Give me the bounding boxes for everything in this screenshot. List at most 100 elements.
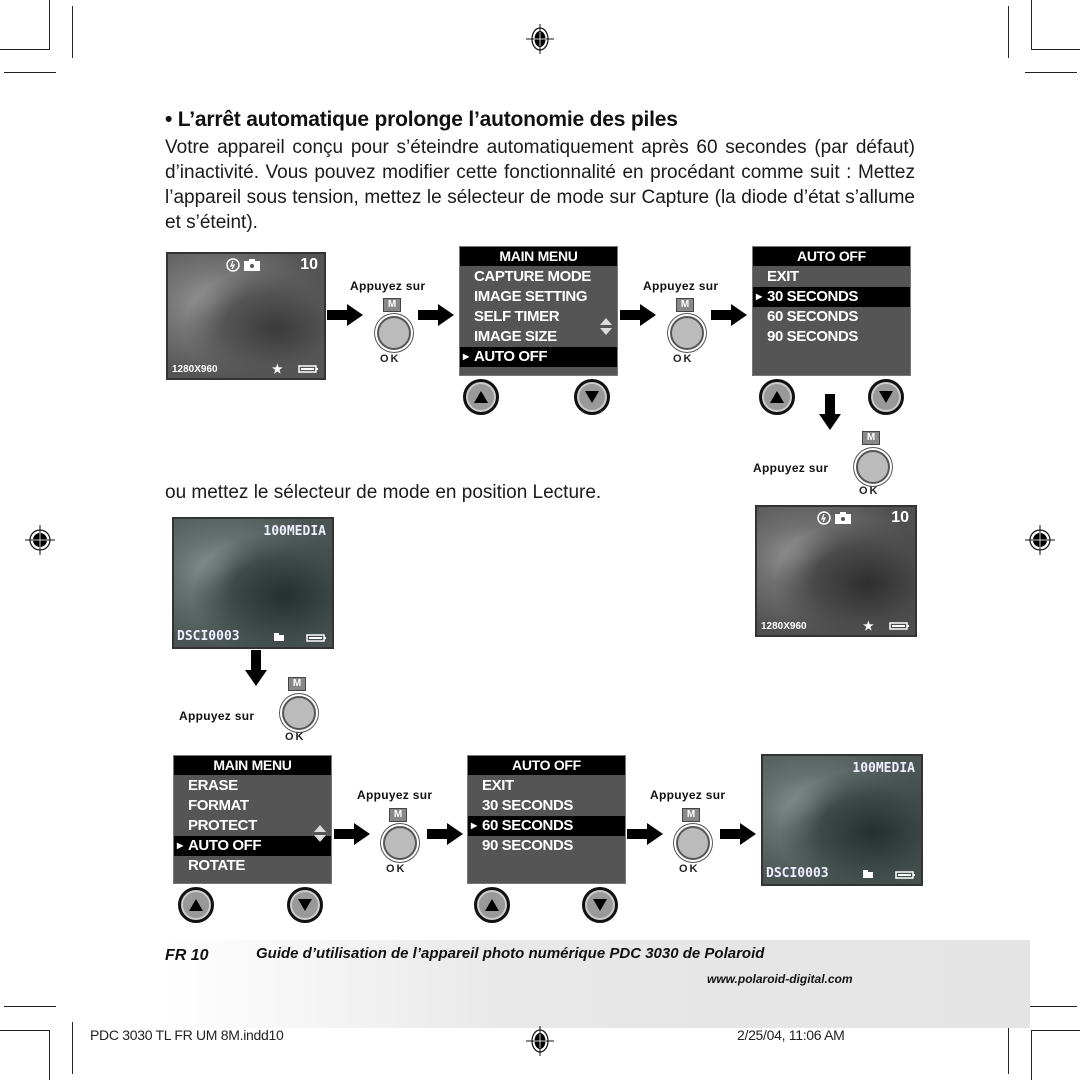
crop-mark xyxy=(1031,0,1032,50)
pointer-icon: ▶ xyxy=(177,841,183,850)
ok-label: OK xyxy=(380,353,401,365)
crop-mark xyxy=(49,0,50,50)
up-button[interactable] xyxy=(759,379,795,415)
ok-button[interactable] xyxy=(377,316,411,350)
folder-label: 100MEDIA xyxy=(852,761,915,776)
m-badge: M xyxy=(682,808,700,822)
ok-button[interactable] xyxy=(282,696,316,730)
menu-item[interactable]: 90 SECONDS xyxy=(753,327,910,347)
m-ok-button-group: Appuyez sur M OK xyxy=(350,279,425,369)
shots-remaining: 10 xyxy=(300,256,318,273)
crop-mark xyxy=(72,1022,73,1074)
menu-item[interactable]: PROTECT xyxy=(174,816,331,836)
menu-item[interactable]: FORMAT xyxy=(174,796,331,816)
menu-item[interactable]: EXIT xyxy=(753,267,910,287)
protect-icon xyxy=(863,870,873,878)
crop-mark xyxy=(1025,72,1077,73)
crop-mark xyxy=(1008,6,1009,58)
guide-title: Guide d’utilisation de l’appareil photo … xyxy=(256,945,765,962)
down-button[interactable] xyxy=(868,379,904,415)
ok-button[interactable] xyxy=(676,826,710,860)
menu-item[interactable]: SELF TIMER xyxy=(460,307,617,327)
menu-item[interactable]: ERASE xyxy=(174,776,331,796)
website-link[interactable]: www.polaroid-digital.com xyxy=(707,972,853,986)
crop-mark xyxy=(1031,1030,1080,1031)
menu-item[interactable]: 60 SECONDS xyxy=(753,307,910,327)
down-button[interactable] xyxy=(574,379,610,415)
filename-label: DSCI0003 xyxy=(177,629,240,644)
folder-label: 100MEDIA xyxy=(263,524,326,539)
crop-mark xyxy=(4,1006,56,1007)
page-number: FR 10 xyxy=(165,947,209,964)
menu-item-selected[interactable]: ▶ 60 SECONDS xyxy=(468,816,625,836)
right-arrow-icon xyxy=(720,823,756,845)
scroll-arrows-icon xyxy=(314,825,326,842)
ok-label: OK xyxy=(386,863,407,875)
capture-main-menu: MAIN MENU CAPTURE MODE IMAGE SETTING SEL… xyxy=(459,246,618,376)
flash-auto-icon xyxy=(226,258,240,272)
ok-button[interactable] xyxy=(670,316,704,350)
capture-auto-off-menu: AUTO OFF EXIT ▶ 30 SECONDS 60 SECONDS 90 … xyxy=(752,246,911,376)
crop-mark xyxy=(72,6,73,58)
playback-main-menu: MAIN MENU ERASE FORMAT PROTECT ▶ AUTO OFF… xyxy=(173,755,332,884)
menu-item[interactable]: EXIT xyxy=(468,776,625,796)
menu-item[interactable]: IMAGE SIZE xyxy=(460,327,617,347)
m-ok-button-group: Appuyez sur M OK xyxy=(357,788,432,878)
capture-mode-screen: 10 1280X960 ★ xyxy=(166,252,326,380)
up-button[interactable] xyxy=(178,887,214,923)
menu-title: MAIN MENU xyxy=(174,756,331,775)
menu-title: AUTO OFF xyxy=(468,756,625,775)
down-button[interactable] xyxy=(582,887,618,923)
up-button[interactable] xyxy=(474,887,510,923)
menu-item[interactable]: 30 SECONDS xyxy=(468,796,625,816)
m-badge: M xyxy=(389,808,407,822)
menu-title: AUTO OFF xyxy=(753,247,910,266)
press-label: Appuyez sur xyxy=(650,788,726,802)
ok-label: OK xyxy=(859,485,880,497)
menu-item-selected[interactable]: ▶ 30 SECONDS xyxy=(753,287,910,307)
menu-item[interactable]: ROTATE xyxy=(174,856,331,876)
pointer-icon: ▶ xyxy=(463,352,469,361)
print-slug-timestamp: 2/25/04, 11:06 AM xyxy=(737,1027,845,1043)
menu-item-selected[interactable]: ▶ AUTO OFF xyxy=(460,347,617,367)
menu-item[interactable]: IMAGE SETTING xyxy=(460,287,617,307)
m-ok-button-group: M Appuyez sur OK xyxy=(178,676,318,766)
right-arrow-icon xyxy=(418,304,454,326)
print-slug-filename: PDC 3030 TL FR UM 8M.indd10 xyxy=(90,1027,284,1043)
filename-label: DSCI0003 xyxy=(766,866,829,881)
crop-mark xyxy=(1031,49,1080,50)
camera-icon xyxy=(244,259,260,271)
crop-mark xyxy=(1008,1022,1009,1074)
down-button[interactable] xyxy=(287,887,323,923)
crop-mark xyxy=(1025,1006,1077,1007)
pointer-icon: ▶ xyxy=(756,292,762,301)
camera-icon xyxy=(835,512,851,524)
m-badge: M xyxy=(383,298,401,312)
registration-mark-icon xyxy=(526,24,554,54)
flash-auto-icon xyxy=(817,511,831,525)
battery-icon xyxy=(306,634,326,642)
shots-remaining: 10 xyxy=(891,509,909,526)
ok-label: OK xyxy=(679,863,700,875)
menu-item[interactable]: CAPTURE MODE xyxy=(460,267,617,287)
battery-icon xyxy=(298,365,318,373)
capture-mode-screen: 10 1280X960 ★ xyxy=(755,505,917,637)
ok-button[interactable] xyxy=(383,826,417,860)
right-arrow-icon xyxy=(427,823,463,845)
m-badge: M xyxy=(288,677,306,691)
resolution-label: 1280X960 xyxy=(172,364,218,375)
press-label: Appuyez sur xyxy=(643,279,719,293)
registration-mark-icon xyxy=(25,525,55,555)
m-badge: M xyxy=(862,431,880,445)
ok-button[interactable] xyxy=(856,450,890,484)
battery-icon xyxy=(895,871,915,879)
crop-mark xyxy=(49,1030,50,1080)
up-button[interactable] xyxy=(463,379,499,415)
crop-mark xyxy=(1031,1030,1032,1080)
right-arrow-icon xyxy=(711,304,747,326)
playback-mode-screen: 100MEDIA DSCI0003 xyxy=(172,517,334,649)
crop-mark xyxy=(4,72,56,73)
playback-instruction: ou mettez le sélecteur de mode en positi… xyxy=(165,482,602,503)
menu-item[interactable]: 90 SECONDS xyxy=(468,836,625,856)
menu-item-selected[interactable]: ▶ AUTO OFF xyxy=(174,836,331,856)
